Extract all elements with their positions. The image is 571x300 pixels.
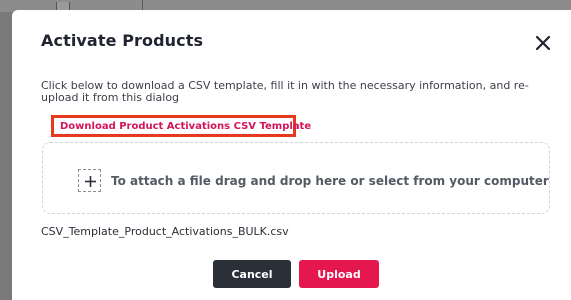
dialog-description: Click below to download a CSV template, … [41, 79, 529, 104]
dropzone-text: To attach a file drag and drop here or s… [111, 174, 549, 188]
cancel-button[interactable]: Cancel [213, 260, 291, 288]
file-dropzone[interactable]: To attach a file drag and drop here or s… [42, 142, 550, 214]
highlight-box: Download Product Activations CSV Templat… [51, 115, 311, 137]
download-template-link[interactable]: Download Product Activations CSV Templat… [60, 121, 311, 132]
upload-button[interactable]: Upload [299, 260, 379, 288]
selected-filename: CSV_Template_Product_Activations_BULK.cs… [41, 225, 289, 238]
close-icon[interactable] [532, 32, 554, 54]
dialog-title: Activate Products [41, 31, 204, 50]
plus-icon[interactable] [78, 169, 101, 192]
activate-products-dialog: Activate Products Click below to downloa… [12, 10, 571, 300]
